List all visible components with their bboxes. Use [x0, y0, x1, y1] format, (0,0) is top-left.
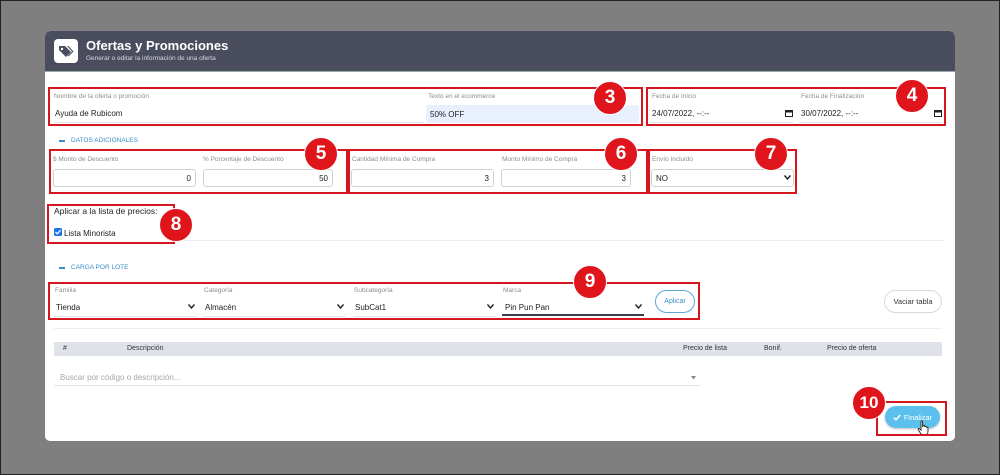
offer-name-input[interactable]: Ayuda de Rubicom	[55, 109, 122, 118]
clear-table-button[interactable]: Vaciar tabla	[884, 290, 942, 313]
discount-percent-label: % Porcentaje de Descuento	[203, 156, 284, 163]
caret-down-icon[interactable]	[691, 376, 696, 380]
discount-percent-value: 50	[319, 173, 328, 183]
page-subtitle: Generar o editar la información de una o…	[86, 55, 216, 62]
family-label: Familia	[55, 287, 76, 294]
step-badge: 3	[593, 81, 627, 115]
table-column-header: Precio de oferta	[827, 345, 877, 352]
section-title-batch[interactable]: CARGA POR LOTE	[71, 264, 128, 271]
min-amount-label: Monto Mínimo de Compra	[502, 156, 578, 163]
discount-percent-input[interactable]: 50	[203, 169, 333, 187]
min-amount-input[interactable]: 3	[501, 169, 631, 187]
end-date-underline	[799, 122, 942, 123]
chevron-down-icon[interactable]	[188, 304, 195, 309]
start-date-input[interactable]: 24/07/2022, --:--	[652, 109, 709, 118]
search-underline	[54, 385, 700, 386]
step-badge: 4	[895, 79, 929, 113]
discount-amount-value: 0	[186, 173, 191, 183]
check-icon	[55, 229, 62, 235]
min-qty-input[interactable]: 3	[351, 169, 494, 187]
family-select[interactable]: Tienda	[56, 303, 80, 312]
shipping-value: NO	[656, 173, 668, 183]
finish-button[interactable]: Finalizar	[885, 406, 940, 428]
chevron-down-icon[interactable]	[784, 175, 791, 180]
product-search-input[interactable]: Buscar por código o descripción...	[60, 373, 181, 382]
brand-label: Marca	[503, 287, 522, 294]
step-badge: 6	[604, 137, 638, 171]
clear-table-label: Vaciar tabla	[893, 297, 933, 306]
table-column-header: #	[63, 345, 67, 352]
subcategory-label: Subcategoría	[354, 287, 393, 294]
category-underline	[203, 316, 346, 317]
step-badge: 10	[852, 386, 886, 420]
step-badge: 7	[754, 137, 788, 171]
check-icon	[893, 414, 901, 421]
section-collapse-icon[interactable]	[59, 140, 65, 142]
shipping-label: Envío Incluido	[652, 156, 693, 163]
price-list-checkbox[interactable]	[54, 228, 62, 236]
table-column-header: Descripción	[127, 345, 164, 352]
hand-cursor-icon	[917, 420, 929, 436]
tag-icon	[59, 46, 74, 57]
apply-button[interactable]: Aplicar	[655, 290, 695, 313]
divider	[54, 328, 942, 329]
divider	[175, 240, 945, 241]
table-header: # Descripción Precio de lista Bonif. Pre…	[54, 342, 942, 356]
chevron-down-icon[interactable]	[487, 304, 494, 309]
offer-name-label: Nombre de la oferta o promoción	[54, 93, 150, 100]
offer-name-underline	[54, 122, 424, 123]
price-list-label: Aplicar a la lista de precios:	[54, 206, 158, 216]
brand-select[interactable]: Pin Pun Pan	[505, 303, 549, 312]
step-badge: 5	[304, 137, 338, 171]
price-list-option[interactable]: Lista Minorista	[64, 229, 116, 238]
subcategory-underline	[353, 316, 496, 317]
ecommerce-text-label: Texto en el ecommerce	[428, 93, 496, 100]
end-date-input[interactable]: 30/07/2022, --:--	[801, 109, 858, 118]
apply-button-label: Aplicar	[664, 298, 686, 305]
min-qty-label: Cantidad Mínima de Compra	[352, 156, 436, 163]
discount-amount-input[interactable]: 0	[53, 169, 196, 187]
page-header: Ofertas y Promociones Generar o editar l…	[45, 31, 955, 71]
table-column-header: Precio de lista	[683, 345, 727, 352]
discount-amount-label: $ Monto de Descuento	[53, 156, 119, 163]
step-badge: 9	[573, 265, 607, 299]
category-select[interactable]: Almacén	[205, 303, 236, 312]
chevron-down-icon[interactable]	[337, 304, 344, 309]
shipping-select[interactable]: NO	[651, 169, 794, 187]
ecommerce-text-value: 50% OFF	[430, 109, 465, 119]
step-badge: 8	[159, 208, 193, 242]
brand-underline	[502, 314, 644, 316]
min-qty-value: 3	[484, 173, 489, 183]
end-date-label: Fecha de Finalización	[801, 93, 865, 100]
table-column-header: Bonif.	[764, 345, 782, 352]
section-title-additional[interactable]: DATOS ADICIONALES	[71, 137, 138, 144]
family-underline	[54, 316, 197, 317]
chevron-down-icon[interactable]	[635, 304, 642, 309]
subcategory-select[interactable]: SubCat1	[355, 303, 386, 312]
section-collapse-icon[interactable]	[59, 267, 65, 269]
header-icon-box	[54, 39, 78, 63]
calendar-icon[interactable]	[934, 109, 942, 117]
start-date-underline	[650, 122, 793, 123]
page-title: Ofertas y Promociones	[86, 38, 229, 53]
min-amount-value: 3	[621, 173, 626, 183]
start-date-label: Fecha de Inicio	[652, 93, 697, 100]
calendar-icon[interactable]	[785, 109, 793, 117]
header-divider	[45, 71, 955, 72]
category-label: Categoría	[204, 287, 233, 294]
